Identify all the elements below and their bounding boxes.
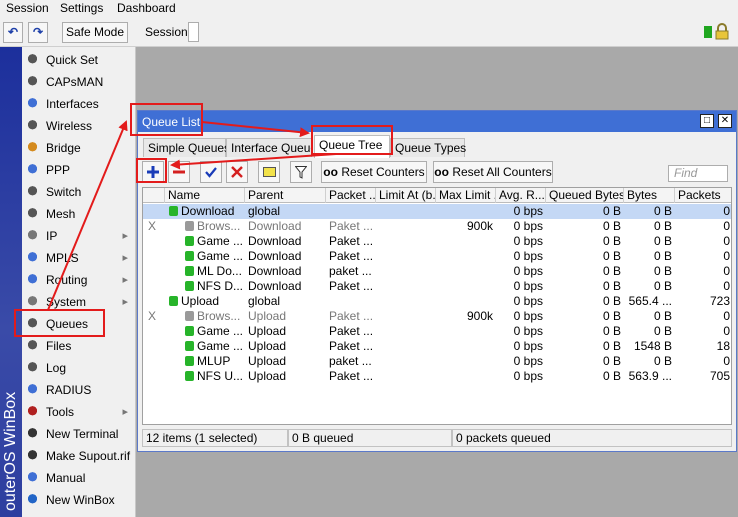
highlight-queues [14,309,105,337]
annotation-overlay [14,103,393,337]
highlight-add-button [136,158,167,183]
highlight-window-title [130,103,203,136]
arrow-to-window [47,120,128,311]
arrow-to-queue-tree-tab [201,121,310,138]
highlight-queue-tree-tab [311,125,393,155]
arrow-to-add-button [170,153,337,170]
